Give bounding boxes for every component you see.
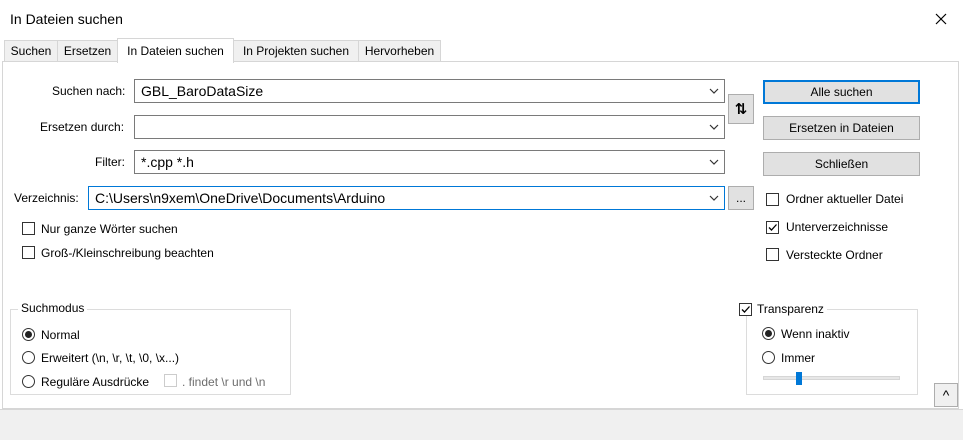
replace-label: Ersetzen durch:: [40, 120, 125, 134]
follow-current-doc-label: Ordner aktueller Datei: [786, 192, 904, 206]
extended-radio[interactable]: [22, 351, 35, 364]
hidden-folders-label: Versteckte Ordner: [786, 248, 883, 262]
normal-label: Normal: [41, 328, 80, 342]
find-label: Suchen nach:: [52, 84, 126, 98]
filter-combobox[interactable]: *.cpp *.h: [134, 150, 725, 174]
transparency-slider-track[interactable]: [763, 376, 900, 380]
match-case-checkbox[interactable]: [22, 246, 35, 259]
swap-button[interactable]: ⇅: [728, 94, 754, 124]
tab-find[interactable]: Suchen: [4, 40, 58, 61]
close-dialog-button[interactable]: Schließen: [763, 152, 920, 176]
window-title: In Dateien suchen: [10, 11, 123, 27]
normal-radio[interactable]: [22, 328, 35, 341]
tab-replace[interactable]: Ersetzen: [57, 40, 118, 61]
always-label: Immer: [781, 351, 815, 365]
replace-in-files-button[interactable]: Ersetzen in Dateien: [763, 116, 920, 140]
tab-mark[interactable]: Hervorheben: [358, 40, 441, 61]
dot-newline-checkbox[interactable]: [164, 374, 177, 387]
hidden-folders-checkbox[interactable]: [766, 248, 779, 261]
whole-word-checkbox[interactable]: [22, 222, 35, 235]
directory-combobox[interactable]: C:\Users\n9xem\OneDrive\Documents\Arduin…: [88, 186, 725, 210]
tab-find-in-projects[interactable]: In Projekten suchen: [233, 40, 359, 61]
replace-combobox[interactable]: [134, 115, 725, 139]
search-mode-title: Suchmodus: [18, 301, 88, 315]
transparency-slider-thumb[interactable]: [795, 372, 802, 385]
close-button[interactable]: [930, 8, 952, 30]
browse-button[interactable]: ...: [728, 186, 754, 210]
find-input[interactable]: GBL_BaroDataSize: [141, 83, 263, 99]
on-lose-focus-label: Wenn inaktiv: [781, 327, 850, 341]
transparency-checkbox[interactable]: [739, 302, 752, 316]
match-case-label: Groß-/Kleinschreibung beachten: [41, 246, 214, 260]
filter-input[interactable]: *.cpp *.h: [141, 154, 194, 170]
sub-folders-label: Unterverzeichnisse: [786, 220, 889, 234]
follow-current-doc-checkbox[interactable]: [766, 193, 779, 206]
chevron-down-icon: [709, 88, 719, 94]
regex-label: Reguläre Ausdrücke: [41, 375, 150, 389]
filter-label: Filter:: [95, 155, 125, 169]
chevron-down-icon: [709, 195, 719, 201]
collapse-button[interactable]: ^: [934, 383, 958, 407]
chevron-up-icon: ^: [942, 387, 950, 403]
directory-label: Verzeichnis:: [14, 191, 79, 205]
extended-label: Erweitert (\n, \r, \t, \0, \x...): [41, 351, 180, 365]
check-icon: [768, 224, 777, 231]
find-combobox[interactable]: GBL_BaroDataSize: [134, 79, 725, 103]
regex-radio[interactable]: [22, 375, 35, 388]
chevron-down-icon: [709, 159, 719, 165]
swap-icon: ⇅: [734, 101, 748, 118]
chevron-down-icon: [709, 124, 719, 130]
on-lose-focus-radio[interactable]: [762, 327, 775, 340]
transparency-header: Transparenz: [736, 302, 827, 316]
sub-folders-checkbox[interactable]: [766, 221, 779, 234]
always-radio[interactable]: [762, 351, 775, 364]
status-bar: [0, 409, 963, 440]
dot-newline-label: . findet \r und \n: [182, 375, 266, 389]
find-all-button[interactable]: Alle suchen: [763, 80, 920, 104]
check-icon: [741, 305, 750, 313]
directory-input[interactable]: C:\Users\n9xem\OneDrive\Documents\Arduin…: [95, 190, 385, 206]
tab-find-in-files[interactable]: In Dateien suchen: [117, 38, 234, 63]
whole-word-label: Nur ganze Wörter suchen: [41, 222, 178, 236]
transparency-label: Transparenz: [757, 302, 824, 316]
close-icon: [935, 13, 947, 25]
title-bar: [0, 0, 963, 38]
